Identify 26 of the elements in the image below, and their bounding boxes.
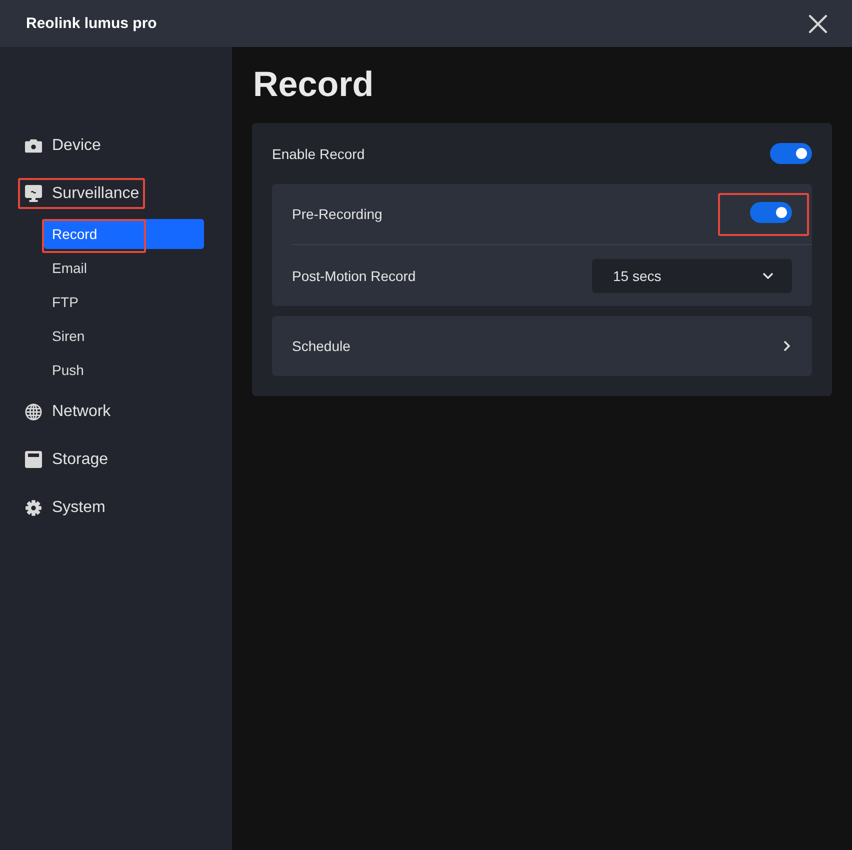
sidebar-item[interactable]: Storage xyxy=(25,446,108,473)
gear-icon xyxy=(25,498,42,516)
toggle-switch[interactable] xyxy=(750,202,792,222)
sidebar-subitem[interactable]: Record xyxy=(44,219,204,249)
sidebar-item[interactable]: System xyxy=(25,494,106,521)
toggle-switch[interactable] xyxy=(770,143,812,164)
sidebar-subitem[interactable]: Siren xyxy=(44,321,204,351)
chevron-down-icon xyxy=(763,272,773,278)
window-title: Reolink lumus pro xyxy=(26,15,157,32)
sidebar-subitem[interactable]: Email xyxy=(44,253,204,283)
sidebar-item[interactable]: Surveillance xyxy=(25,180,140,207)
sidebar-item[interactable]: Network xyxy=(25,398,111,425)
page-title: Record xyxy=(253,65,375,105)
camera-icon xyxy=(25,138,42,152)
close-icon xyxy=(809,14,827,32)
chevron-right-icon xyxy=(784,341,790,351)
sidebar-item[interactable]: Device xyxy=(25,132,101,159)
globe-icon xyxy=(25,402,42,420)
dropdown[interactable]: 15 secs xyxy=(592,258,792,292)
monitor-icon xyxy=(25,185,42,202)
sidebar-subitem[interactable]: FTP xyxy=(44,287,204,317)
setting-label: Post-Motion Record xyxy=(292,268,416,284)
setting-label: Enable Record xyxy=(272,146,365,162)
setting-label: Pre-Recording xyxy=(292,206,382,222)
sidebar-subitem[interactable]: Push xyxy=(44,355,204,385)
schedule-row[interactable]: Schedule xyxy=(272,316,812,376)
